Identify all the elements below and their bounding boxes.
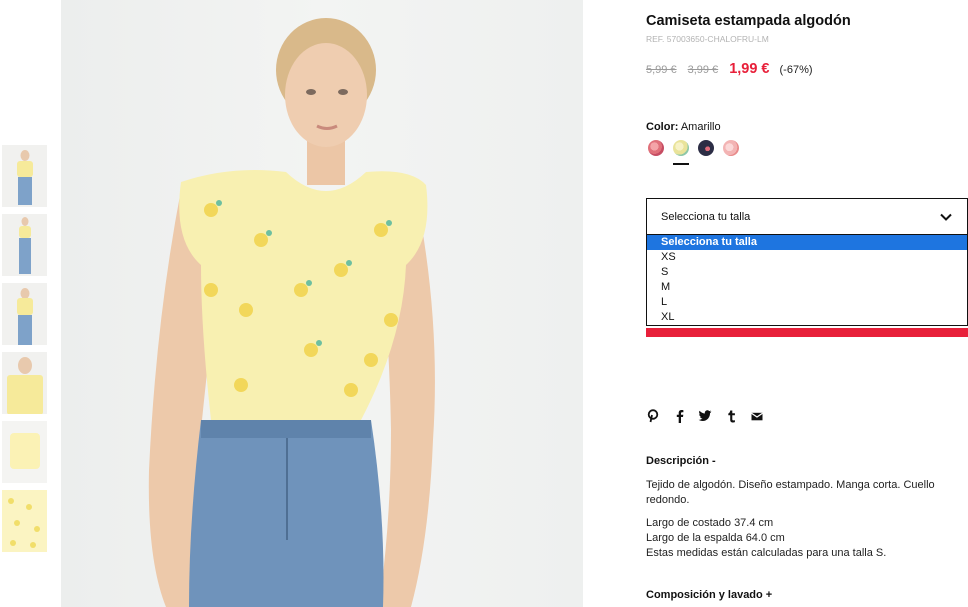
size-dropdown-list: Selecciona tu talla XS S M L XL (646, 235, 968, 326)
thumbnail-1[interactable] (2, 145, 47, 207)
price-original: 5,99 € (646, 64, 677, 76)
size-select[interactable]: Selecciona tu talla (646, 198, 968, 235)
description-body: Tejido de algodón. Diseño estampado. Man… (646, 478, 968, 561)
size-select-value: Selecciona tu talla (661, 210, 751, 223)
size-option-placeholder[interactable]: Selecciona tu talla (647, 235, 967, 250)
price-sale: 1,99 € (729, 61, 770, 77)
size-option-m[interactable]: M (647, 280, 967, 295)
thumbnail-3[interactable] (2, 283, 47, 345)
size-option-xs[interactable]: XS (647, 250, 967, 265)
email-icon[interactable] (750, 409, 764, 423)
twitter-icon[interactable] (698, 409, 712, 423)
discount-badge: (-67%) (779, 64, 813, 76)
color-label: Color: (646, 121, 679, 133)
measure-line-1: Largo de costado 37.4 cm (646, 517, 774, 529)
tumblr-icon[interactable] (724, 409, 738, 423)
swatch-navy[interactable] (698, 140, 714, 156)
thumbnail-5[interactable] (2, 421, 47, 483)
measure-line-2: Largo de la espalda 64.0 cm (646, 532, 785, 544)
size-option-l[interactable]: L (647, 295, 967, 310)
description-toggle[interactable]: Descripción - (646, 455, 716, 467)
swatch-amarillo[interactable] (673, 140, 689, 165)
color-swatches (648, 140, 748, 165)
thumbnail-list (2, 145, 48, 559)
thumbnail-4[interactable] (2, 352, 47, 414)
color-label-row: Color: Amarillo (646, 121, 721, 133)
product-ref: REF. 57003650-CHALOFRU-LM (646, 34, 769, 44)
description-text: Tejido de algodón. Diseño estampado. Man… (646, 479, 935, 506)
size-option-s[interactable]: S (647, 265, 967, 280)
composition-toggle[interactable]: Composición y lavado + (646, 589, 772, 601)
color-value: Amarillo (680, 121, 721, 133)
add-to-bag-button[interactable] (646, 328, 968, 337)
pinterest-icon[interactable] (646, 409, 660, 423)
measure-note: Estas medidas están calculadas para una … (646, 547, 887, 559)
model-illustration (148, 18, 435, 607)
facebook-icon[interactable] (672, 409, 686, 423)
thumbnail-6[interactable] (2, 490, 47, 552)
swatch-pink[interactable] (723, 140, 739, 156)
share-icons (646, 409, 776, 423)
product-main-image[interactable] (61, 0, 583, 607)
size-option-xl[interactable]: XL (647, 310, 967, 325)
swatch-floral-red[interactable] (648, 140, 664, 156)
chevron-down-icon (940, 213, 952, 221)
price-row: 5,99 € 3,99 € 1,99 € (-67%) (646, 61, 813, 77)
product-title: Camiseta estampada algodón (646, 13, 851, 29)
thumbnail-2[interactable] (2, 214, 47, 276)
price-previous: 3,99 € (687, 64, 719, 76)
